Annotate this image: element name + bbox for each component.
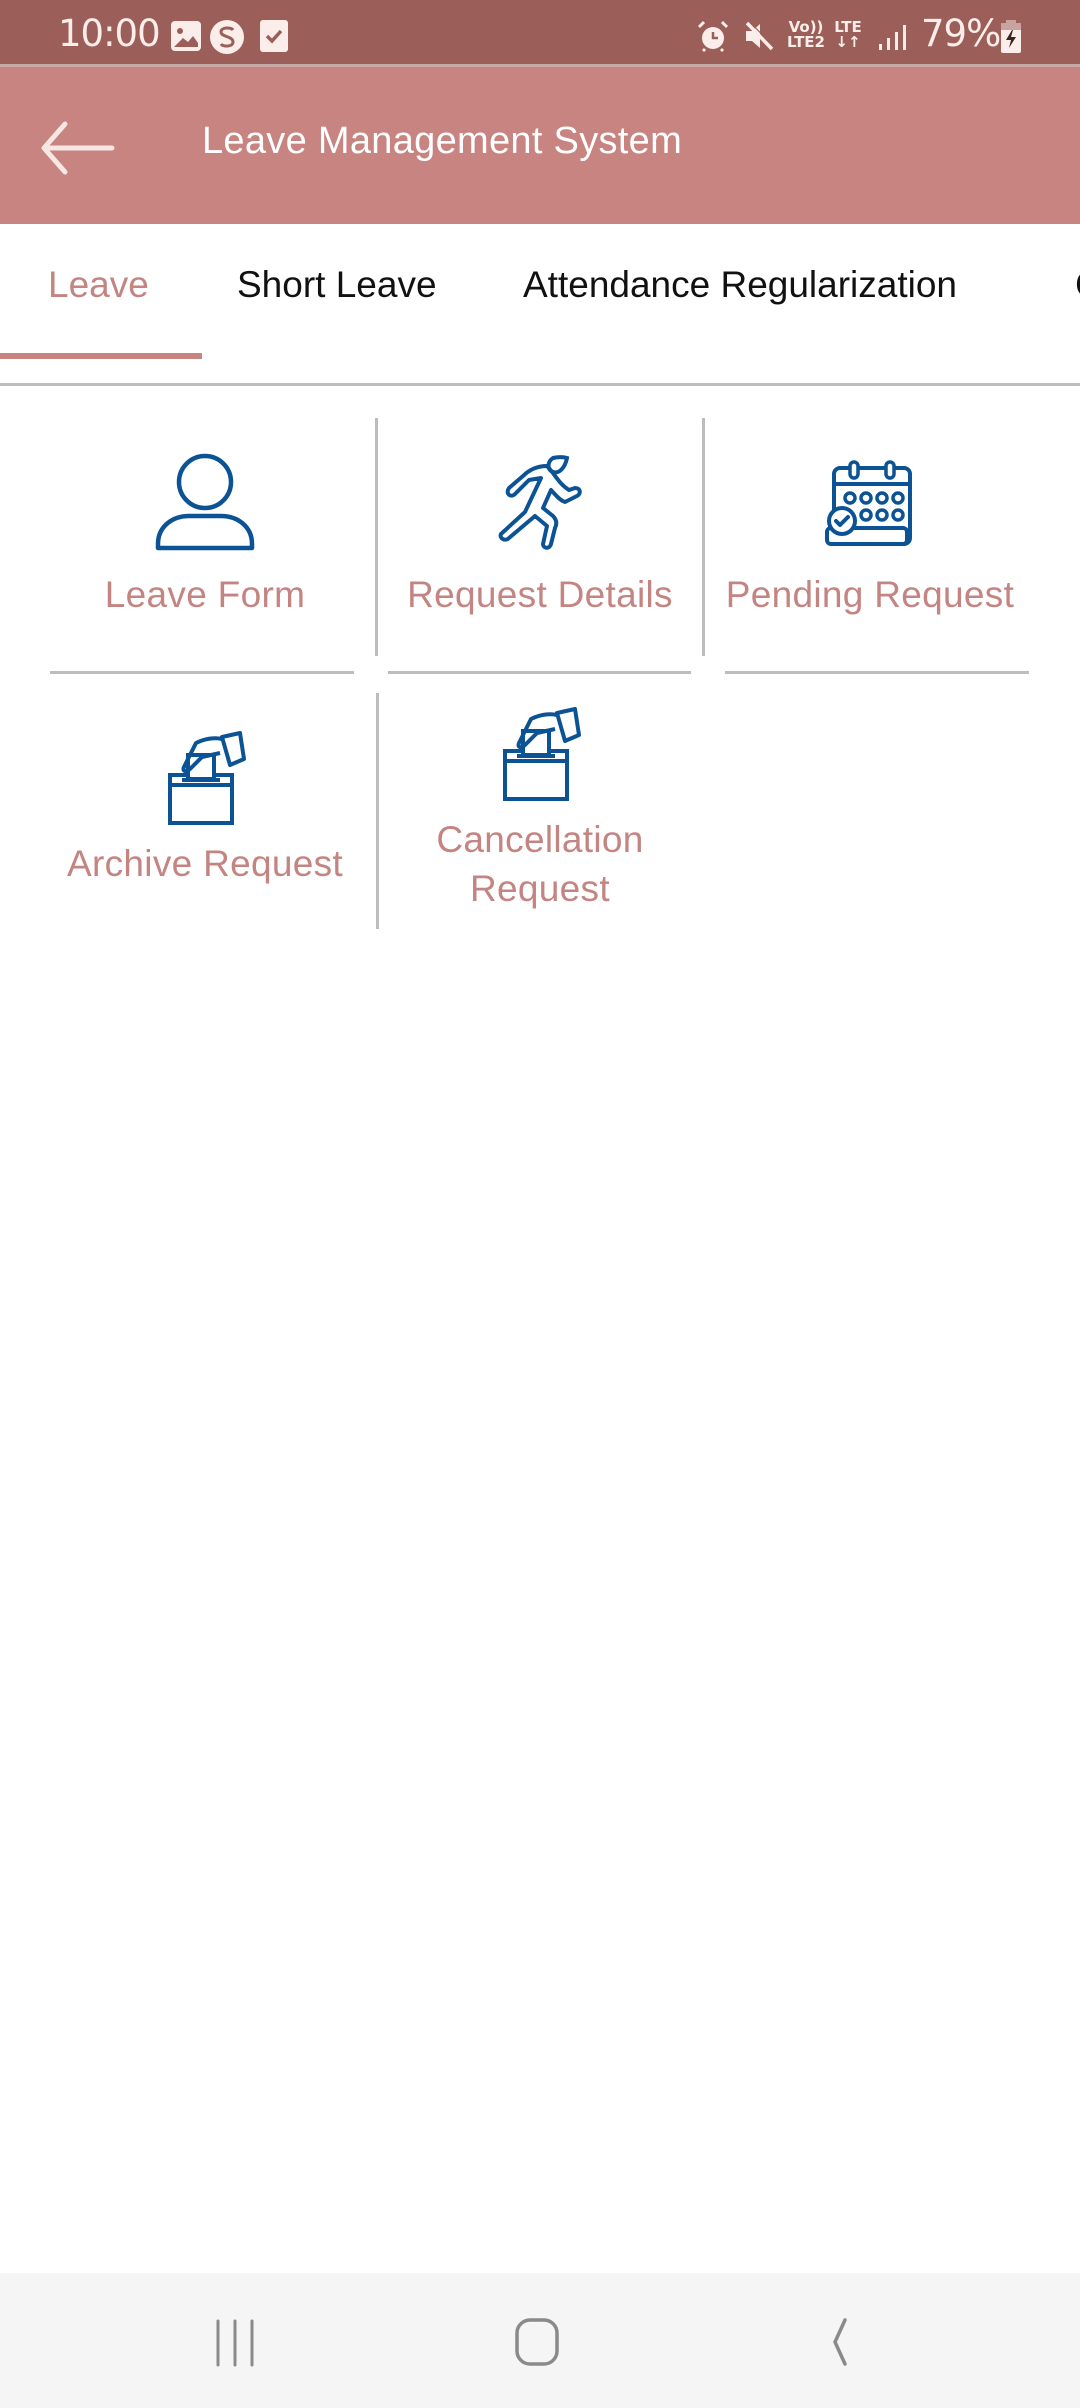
cancellation-request-label-line2: Request [470,868,610,909]
alarm-icon [697,20,729,57]
tab-bar: Leave Short Leave Attendance Regularizat… [0,224,1080,386]
archive-request-button[interactable]: Archive Request [40,693,370,929]
cancellation-request-label-line1: Cancellation [436,819,644,860]
tab-short-leave[interactable]: Short Leave [237,264,437,306]
system-nav-bar [0,2273,1080,2408]
recent-apps-button[interactable] [176,2303,296,2383]
back-button[interactable] [20,112,120,182]
battery-charging-icon [1000,20,1022,59]
running-person-icon [495,454,585,559]
mute-icon [743,20,775,57]
grid-divider [50,671,354,674]
s-app-icon [209,20,245,59]
tab-attendance-regularization[interactable]: Attendance Regularization [523,264,957,306]
request-details-button[interactable]: Request Details [380,418,700,658]
lte-arrows: ↓↑ [835,33,861,51]
page-title: Leave Management System [202,120,683,162]
status-time: 10:00 [58,12,161,55]
leave-form-button[interactable]: Leave Form [40,418,370,658]
tab-overflow[interactable]: C [1075,264,1080,306]
app-bar: Leave Management System [0,67,1080,224]
active-tab-indicator [0,353,202,359]
request-details-label: Request Details [407,574,673,615]
back-icon [833,2318,847,2366]
tab-leave[interactable]: Leave [48,264,149,306]
grid-divider [376,693,379,929]
arrow-left-icon [41,121,115,175]
cancellation-request-button[interactable]: Cancellation Request [380,693,700,929]
tab-bar-divider [0,383,1080,386]
pending-request-button[interactable]: Pending Request [705,418,1035,658]
pending-request-label: Pending Request [725,574,1015,615]
lte-data-icon: LTE ↓↑ [830,20,866,50]
checkbox-app-icon [260,20,288,57]
ballot-box-icon [164,729,246,830]
home-button[interactable] [478,2303,598,2383]
system-back-button[interactable] [780,2303,900,2383]
volte-bottom-label: LTE2 [787,33,825,51]
volte-icon: Vo)) LTE2 [786,20,826,50]
user-icon [153,452,257,557]
grid-divider [388,671,691,674]
cancellation-request-label: Cancellation Request [380,815,700,913]
ballot-box-icon [499,705,581,806]
calendar-check-icon [825,460,915,551]
status-bar: 10:00 Vo)) LTE2 LTE ↓↑ 79% [0,0,1080,66]
signal-icon [878,22,908,57]
leave-form-label: Leave Form [104,574,306,615]
gallery-icon [170,20,202,57]
home-icon [515,2318,559,2366]
battery-percent: 79% [921,12,1001,55]
recent-apps-icon [216,2319,254,2367]
grid-divider [375,418,378,656]
archive-request-label: Archive Request [67,843,343,884]
grid-divider [725,671,1029,674]
